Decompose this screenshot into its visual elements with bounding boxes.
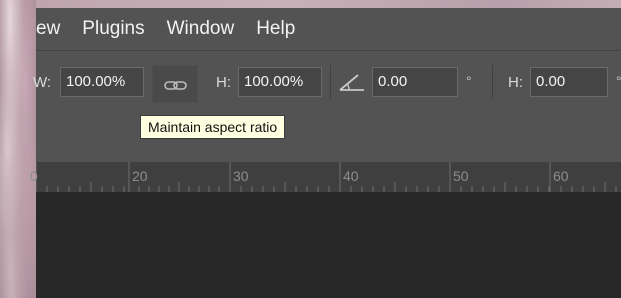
document-canvas[interactable] [36,192,621,298]
horizontal-ruler[interactable]: 0 20 30 40 50 60 [30,162,621,193]
tooltip: Maintain aspect ratio [140,115,286,139]
angle-icon [339,74,364,91]
width-label: W: [33,74,52,91]
ruler-label: 60 [553,168,569,184]
degree-symbol: ° [466,73,472,89]
ruler-label: 40 [343,168,359,184]
angle-field[interactable]: 0.00 [372,67,458,97]
menu-bar: ew Plugins Window Help [36,8,621,50]
ruler-label: 20 [132,168,148,184]
skew-field[interactable]: 0.00 [530,67,608,97]
document-tab-bar [36,120,621,162]
height-field[interactable]: 100.00% [238,67,322,97]
ruler-ticks [36,162,617,192]
menu-view[interactable]: ew [36,8,71,50]
desktop-background [0,0,36,298]
chain-link-icon [164,81,187,90]
separator [492,65,493,99]
separator [330,65,331,99]
degree-symbol: ° [616,73,621,89]
desktop-background-top [36,0,621,8]
menu-window[interactable]: Window [156,8,246,50]
ruler-label: 0 [30,168,38,184]
ruler-label: 50 [453,168,469,184]
maintain-aspect-ratio-button[interactable] [152,65,198,103]
ruler-label: 30 [233,168,249,184]
transform-options-bar: W: 100.00% H: 100.00% 0.00 ° H: 0.00 ° [33,50,621,121]
menu-help[interactable]: Help [245,8,306,50]
width-field[interactable]: 100.00% [60,67,144,97]
height-label: H: [216,74,231,91]
skew-label: H: [508,74,523,91]
menu-plugins[interactable]: Plugins [71,8,155,50]
app-window: ew Plugins Window Help W: 100.00% H: 100… [30,8,621,298]
